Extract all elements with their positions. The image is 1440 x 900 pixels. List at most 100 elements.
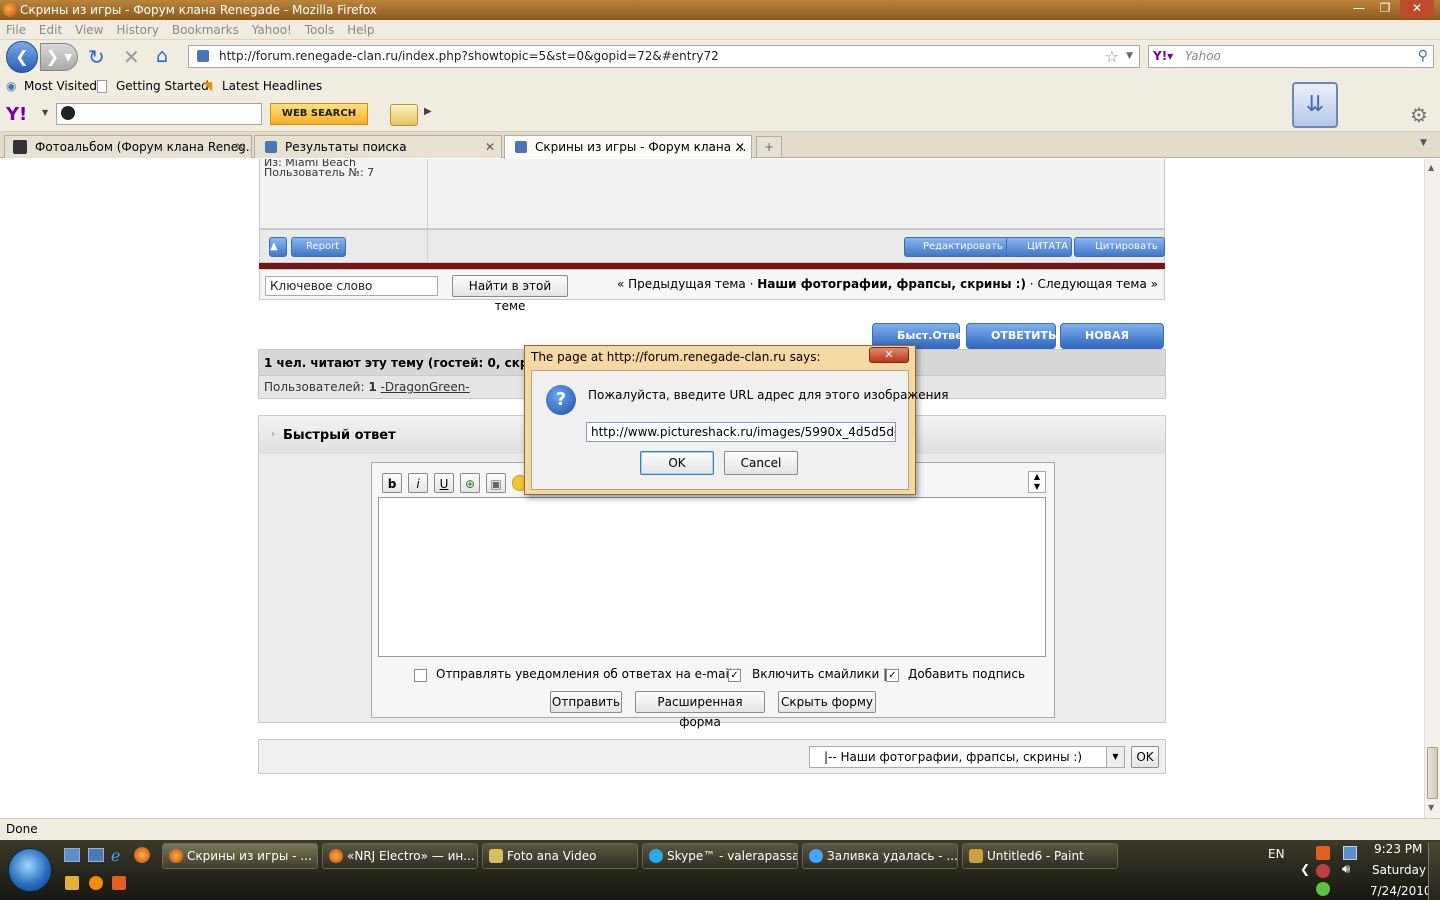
ie-icon[interactable]: ℯ — [111, 846, 120, 865]
task-paint[interactable]: Untitled6 - Paint — [962, 843, 1118, 869]
tab-close-icon[interactable]: ✕ — [485, 136, 495, 158]
tab-close-icon[interactable]: ✕ — [735, 136, 745, 158]
task-upload-done[interactable]: Заливка удалась - ... — [802, 843, 958, 869]
search-input[interactable]: Y!▾ Yahoo ⚲ — [1148, 45, 1434, 68]
clock-time[interactable]: 9:23 PM — [1374, 842, 1422, 856]
clock-day[interactable]: Saturday — [1372, 863, 1426, 877]
next-topic-link[interactable]: Следующая тема » — [1037, 277, 1158, 291]
yahoo-search-input[interactable] — [56, 103, 262, 125]
bookmark-star-icon[interactable]: ☆ — [1105, 46, 1119, 67]
clock-date[interactable]: 7/24/2010 — [1370, 884, 1432, 898]
quote-button[interactable]: Цитировать — [1074, 237, 1165, 257]
forum-jump-select[interactable]: |-- Наши фотографии, фрапсы, скрины :) ▼ — [809, 746, 1125, 768]
forum-jump-ok-button[interactable]: OK — [1131, 746, 1159, 768]
language-indicator[interactable]: EN — [1268, 847, 1285, 861]
task-foto-video[interactable]: Foto ana Video — [482, 843, 638, 869]
new-tab-button[interactable]: + — [756, 136, 782, 158]
firefox-quicklaunch-icon[interactable] — [134, 847, 150, 863]
go-top-button[interactable]: ▲ — [269, 237, 287, 257]
yahoo-engine-icon[interactable]: Y!▾ — [1153, 46, 1173, 67]
page-scrollbar[interactable]: ▲ ▼ — [1424, 159, 1440, 818]
reload-icon[interactable]: ↻ — [88, 45, 105, 69]
back-button[interactable]: ❮ — [6, 41, 38, 73]
media-player-icon[interactable] — [65, 876, 79, 890]
volume-icon[interactable]: 🔊︎ — [1342, 862, 1350, 877]
web-search-button[interactable]: WEB SEARCH — [270, 103, 368, 125]
maximize-button[interactable]: ❐ — [1372, 0, 1398, 18]
bookmark-latest-headlines[interactable]: Latest Headlines — [222, 79, 322, 93]
find-in-topic-button[interactable]: Найти в этой теме — [452, 275, 568, 313]
task-skype[interactable]: Skype™ - valerapassat — [642, 843, 798, 869]
send-button[interactable]: Отправить — [550, 691, 622, 713]
tray-download-icon[interactable] — [1316, 846, 1330, 860]
show-desktop-icon[interactable] — [64, 848, 80, 862]
image-icon[interactable]: ▣ — [486, 473, 506, 493]
underline-icon[interactable]: U — [434, 473, 454, 493]
bold-icon[interactable]: b — [382, 473, 402, 493]
tray-mail-icon[interactable] — [1316, 864, 1330, 878]
switch-windows-icon[interactable] — [88, 848, 104, 862]
start-button[interactable] — [8, 848, 52, 892]
reply-textarea[interactable] — [378, 497, 1046, 657]
new-topic-button[interactable]: НОВАЯ ТЕМА — [1060, 323, 1164, 366]
download-manager-icon[interactable] — [112, 876, 126, 890]
network-icon[interactable] — [1343, 846, 1357, 860]
download-arrow-icon[interactable]: ⇊ — [1292, 82, 1338, 128]
italic-icon[interactable]: i — [408, 473, 428, 493]
hide-form-button[interactable]: Скрыть форму — [778, 691, 876, 713]
url-dropdown-icon[interactable]: ▼ — [1126, 46, 1133, 67]
dialog-url-input[interactable]: http://www.pictureshack.ru/images/5990x_… — [586, 422, 896, 442]
tab-photoalbum[interactable]: Фотоальбом (Форум клана Reneg... ✕ — [4, 135, 252, 158]
cite-small-button[interactable]: ЦИТАТА — [1006, 237, 1072, 257]
edit-button[interactable]: Редактировать — [904, 237, 1010, 257]
yahoo-menu-icon[interactable]: ▼ — [42, 108, 48, 117]
prev-topic-link[interactable]: « Предыдущая тема — [617, 277, 746, 291]
bookmark-most-visited[interactable]: Most Visited — [24, 79, 97, 93]
link-icon[interactable]: ⊕ — [460, 473, 480, 493]
tray-expand-icon[interactable]: ❮ — [1300, 862, 1310, 876]
menu-file[interactable]: File — [6, 20, 26, 40]
tray-skype-icon[interactable] — [1316, 882, 1330, 896]
menu-edit[interactable]: Edit — [39, 20, 62, 40]
show-desktop-button[interactable] — [1428, 842, 1440, 900]
close-window-button[interactable]: ✕ — [1400, 0, 1434, 18]
email-notify-checkbox[interactable] — [414, 669, 427, 682]
tab-search-results[interactable]: Результаты поиска ✕ — [254, 135, 502, 158]
url-input[interactable]: http://forum.renegade-clan.ru/index.php?… — [188, 45, 1140, 68]
tab-screenshots-active[interactable]: Скрины из игры - Форум клана ... ✕ — [504, 135, 752, 159]
menu-tools[interactable]: Tools — [305, 20, 335, 40]
scrollbar-thumb[interactable] — [1427, 747, 1438, 799]
menu-yahoo[interactable]: Yahoo! — [252, 20, 292, 40]
tab-list-icon[interactable]: ▼ — [1420, 138, 1427, 148]
dialog-close-button[interactable]: ✕ — [869, 347, 909, 363]
menu-view[interactable]: View — [75, 20, 103, 40]
dialog-cancel-button[interactable]: Cancel — [724, 451, 798, 475]
task-nrj-electro[interactable]: «NRJ Electro» — ин... — [322, 843, 478, 869]
search-magnifier-icon[interactable]: ⚲ — [1418, 46, 1428, 67]
app-quicklaunch-icon[interactable] — [89, 876, 103, 890]
dialog-ok-button[interactable]: OK — [640, 451, 714, 475]
add-signature-checkbox[interactable]: ✓ — [886, 669, 899, 682]
keyword-input[interactable]: Ключевое слово — [265, 276, 438, 296]
forward-button[interactable]: ❯ ▾ — [40, 43, 78, 71]
menu-help[interactable]: Help — [347, 20, 374, 40]
report-button[interactable]: Report — [291, 237, 347, 257]
user-link[interactable]: -DragonGreen- — [381, 380, 470, 394]
mail-icon[interactable] — [390, 104, 418, 126]
settings-gear-icon[interactable]: ⚙ — [1410, 103, 1428, 127]
tab-close-icon[interactable]: ✕ — [235, 136, 245, 158]
extended-form-button[interactable]: Расширенная форма — [635, 691, 765, 729]
menu-bookmarks[interactable]: Bookmarks — [172, 20, 239, 40]
toolbar-more-icon[interactable]: ▶ — [424, 106, 432, 117]
task-firefox-forum[interactable]: Скрины из игры - ... — [162, 843, 318, 869]
stop-icon[interactable]: ✕ — [123, 45, 140, 69]
bookmark-getting-started[interactable]: Getting Started — [116, 79, 209, 93]
reply-button[interactable]: ОТВЕТИТЬ — [966, 323, 1056, 349]
menu-history[interactable]: History — [116, 20, 159, 40]
yahoo-logo-icon[interactable]: Y! — [6, 104, 27, 125]
minimize-button[interactable]: — — [1346, 0, 1372, 18]
home-icon[interactable]: ⌂ — [156, 45, 168, 67]
enable-smilies-checkbox[interactable]: ✓ — [728, 669, 741, 682]
resize-editor-icon[interactable]: ▲ ▼ — [1028, 471, 1046, 493]
collapse-icon[interactable]: › — [271, 429, 275, 440]
